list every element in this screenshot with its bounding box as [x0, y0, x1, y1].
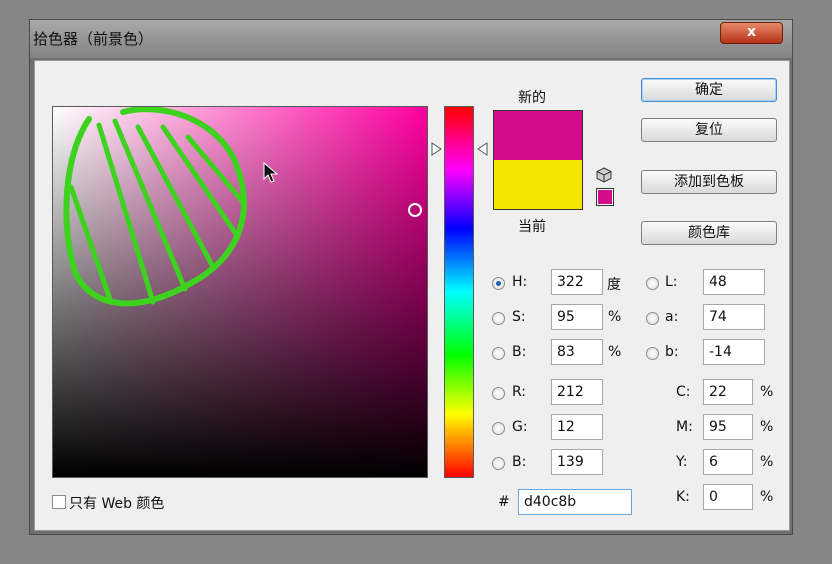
- brightness-input[interactable]: 83: [551, 339, 603, 365]
- radio-lightness[interactable]: [646, 277, 659, 290]
- web-only-label[interactable]: 只有 Web 颜色: [69, 493, 164, 513]
- radio-red[interactable]: [492, 387, 505, 400]
- lab-a-input[interactable]: 74: [703, 304, 765, 330]
- radio-hue[interactable]: [492, 277, 505, 290]
- lab-l-label: L:: [665, 274, 678, 290]
- black-unit: %: [760, 489, 774, 505]
- lab-l-input[interactable]: 48: [703, 269, 765, 295]
- black-input[interactable]: 0: [703, 484, 753, 510]
- arrow-cursor-icon: [263, 162, 279, 183]
- current-color-label: 当前: [518, 219, 546, 235]
- red-input[interactable]: 212: [551, 379, 603, 405]
- color-picker-dialog: 拾色器（前景色） x 新的 当前 确定 复位 添加到色板 颜色库 H: 322 …: [29, 19, 793, 535]
- hex-hash-label: #: [498, 494, 510, 510]
- hue-slider-right-arrow-icon[interactable]: [476, 142, 488, 156]
- radio-green[interactable]: [492, 422, 505, 435]
- color-libraries-button[interactable]: 颜色库: [641, 221, 777, 245]
- web-safe-color-swatch[interactable]: [596, 188, 614, 206]
- web-only-checkbox[interactable]: [52, 495, 66, 509]
- hue-label: H:: [512, 274, 528, 290]
- annotation-stroke: [68, 184, 114, 305]
- annotation-stroke: [185, 134, 246, 205]
- reset-button[interactable]: 复位: [641, 118, 777, 142]
- color-preview: [493, 110, 583, 210]
- cyan-input[interactable]: 22: [703, 379, 753, 405]
- magenta-label: M:: [676, 419, 693, 435]
- hue-slider-left-arrow-icon[interactable]: [431, 142, 443, 156]
- hue-input[interactable]: 322: [551, 269, 603, 295]
- cyan-label: C:: [676, 384, 691, 400]
- radio-lab-b[interactable]: [646, 347, 659, 360]
- cyan-unit: %: [760, 384, 774, 400]
- hand-drawn-annotation: [63, 107, 247, 307]
- brightness-label: B:: [512, 344, 527, 360]
- ok-button[interactable]: 确定: [641, 78, 777, 102]
- green-label: G:: [512, 419, 528, 435]
- brightness-unit: %: [608, 344, 622, 360]
- dialog-body: 新的 当前 确定 复位 添加到色板 颜色库 H: 322 度 S: 95 % B…: [34, 60, 790, 531]
- radio-lab-a[interactable]: [646, 312, 659, 325]
- magenta-unit: %: [760, 419, 774, 435]
- lab-a-label: a:: [665, 309, 679, 325]
- lab-b-label: b:: [665, 344, 679, 360]
- yellow-unit: %: [760, 454, 774, 470]
- new-color-swatch: [494, 111, 582, 160]
- window-title: 拾色器（前景色）: [33, 30, 154, 48]
- add-to-swatches-button[interactable]: 添加到色板: [641, 170, 777, 194]
- radio-saturation[interactable]: [492, 312, 505, 325]
- red-label: R:: [512, 384, 527, 400]
- hue-unit: 度: [607, 277, 621, 293]
- yellow-label: Y:: [676, 454, 688, 470]
- hex-input[interactable]: d40c8b: [518, 489, 632, 515]
- title-bar[interactable]: 拾色器（前景色） x: [30, 20, 792, 58]
- lab-b-input[interactable]: -14: [703, 339, 765, 365]
- blue-input[interactable]: 139: [551, 449, 603, 475]
- field-selection-marker[interactable]: [408, 203, 422, 217]
- cube-icon[interactable]: [596, 167, 612, 183]
- radio-blue[interactable]: [492, 457, 505, 470]
- blue-label: B:: [512, 454, 527, 470]
- black-label: K:: [676, 489, 690, 505]
- new-color-label: 新的: [518, 90, 546, 106]
- yellow-input[interactable]: 6: [703, 449, 753, 475]
- close-button[interactable]: x: [720, 22, 783, 44]
- saturation-input[interactable]: 95: [551, 304, 603, 330]
- radio-brightness[interactable]: [492, 347, 505, 360]
- saturation-brightness-field[interactable]: [52, 106, 428, 478]
- green-input[interactable]: 12: [551, 414, 603, 440]
- saturation-label: S:: [512, 309, 526, 325]
- hue-slider[interactable]: [444, 106, 474, 478]
- current-color-swatch[interactable]: [494, 160, 582, 209]
- saturation-unit: %: [608, 309, 622, 325]
- magenta-input[interactable]: 95: [703, 414, 753, 440]
